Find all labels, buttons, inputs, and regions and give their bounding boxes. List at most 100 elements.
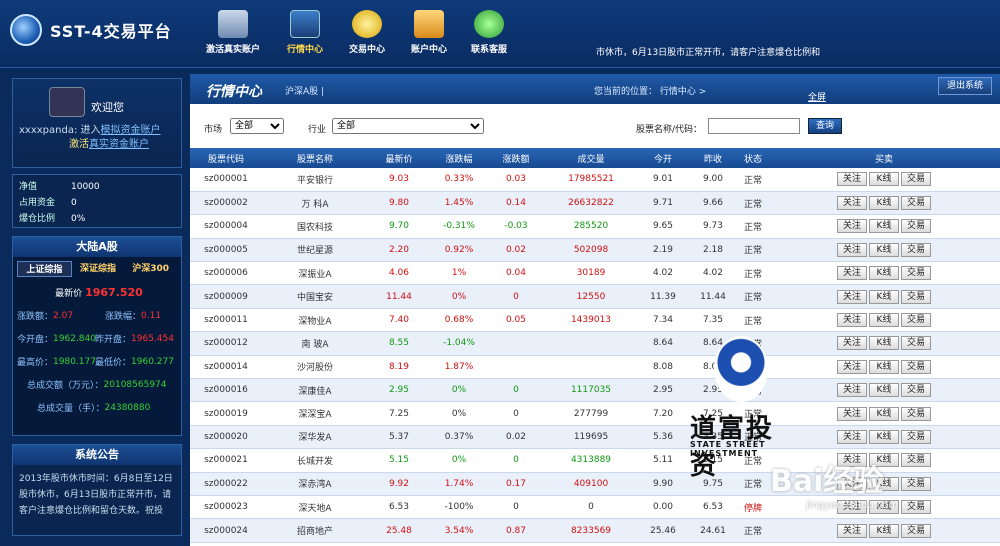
tab-shanghai[interactable]: 上证综指 (17, 261, 72, 277)
nav-activate-account[interactable]: 激活真实账户 (202, 10, 264, 55)
table-cell: 长城开发 (262, 448, 368, 473)
kline-button[interactable]: K线 (869, 242, 899, 257)
follow-button[interactable]: 关注 (837, 289, 867, 304)
table-cell: sz000009 (190, 284, 262, 309)
column-header: 昨收 (688, 148, 738, 168)
actions-cell: 关注 K线 交易 (768, 214, 1000, 239)
table-cell: 5.37 (368, 425, 430, 450)
table-row: sz000016 深康佳A 2.95 0% 0 1117035 2.95 2.95 正常 关注 K线… (190, 378, 1000, 403)
trade-button[interactable]: 交易 (901, 429, 931, 444)
trade-button[interactable]: 交易 (901, 500, 931, 515)
table-row: sz000001 平安银行 9.03 0.33% 0.03 17985521 9.01 9.0… (190, 168, 1000, 192)
kline-button[interactable]: K线 (869, 429, 899, 444)
table-cell: 11.39 (638, 284, 688, 309)
follow-button[interactable]: 关注 (837, 242, 867, 257)
tab-hs300[interactable]: 沪深300 (124, 261, 177, 277)
kline-button[interactable]: K线 (869, 523, 899, 538)
trade-button[interactable]: 交易 (901, 336, 931, 351)
table-cell: 正常 (738, 472, 768, 496)
table-cell: 30189 (544, 261, 638, 286)
follow-button[interactable]: 关注 (837, 523, 867, 538)
kline-button[interactable]: K线 (869, 219, 899, 234)
nav-market-center[interactable]: 行情中心 (274, 10, 336, 55)
trade-button[interactable]: 交易 (901, 172, 931, 187)
follow-button[interactable]: 关注 (837, 219, 867, 234)
trade-button[interactable]: 交易 (901, 242, 931, 257)
follow-button[interactable]: 关注 (837, 336, 867, 351)
follow-button[interactable]: 关注 (837, 313, 867, 328)
table-cell: 0.33% (430, 168, 488, 192)
nav-trade-center[interactable]: 交易中心 (336, 10, 398, 55)
table-cell: 世纪星源 (262, 238, 368, 263)
kline-button[interactable]: K线 (869, 336, 899, 351)
follow-button[interactable]: 关注 (837, 429, 867, 444)
table-cell: 0.05 (488, 308, 544, 333)
nav-account-center[interactable]: 账户中心 (398, 10, 460, 55)
follow-button[interactable]: 关注 (837, 406, 867, 421)
trade-button[interactable]: 交易 (901, 523, 931, 538)
stock-search-input[interactable] (708, 118, 800, 134)
table-cell: 11.44 (368, 284, 430, 309)
trade-button[interactable]: 交易 (901, 406, 931, 421)
trade-button[interactable]: 交易 (901, 359, 931, 374)
table-row: sz000014 沙河股份 8.19 1.87% 8.08 8.04 正常 关注 K线 交易 (190, 355, 1000, 380)
tab-shenzhen[interactable]: 深证综指 (72, 261, 125, 277)
table-cell: 7.40 (368, 308, 430, 333)
kline-button[interactable]: K线 (869, 289, 899, 304)
industry-select[interactable]: 全部 (332, 118, 484, 134)
trade-button[interactable]: 交易 (901, 289, 931, 304)
follow-button[interactable]: 关注 (837, 172, 867, 187)
table-cell: 0% (430, 284, 488, 309)
table-cell: 0.02 (488, 238, 544, 263)
table-cell: sz000024 (190, 518, 262, 543)
follow-button[interactable]: 关注 (837, 359, 867, 374)
kline-button[interactable]: K线 (869, 196, 899, 211)
table-cell: sz000019 (190, 401, 262, 426)
follow-button[interactable]: 关注 (837, 196, 867, 211)
kline-button[interactable]: K线 (869, 172, 899, 187)
real-account-link[interactable]: 真实资金账户 (89, 139, 149, 150)
trade-button[interactable]: 交易 (901, 313, 931, 328)
table-cell: 2.95 (688, 378, 738, 403)
search-button[interactable]: 查询 (808, 118, 842, 134)
fullscreen-link[interactable]: 全屏 (808, 90, 826, 103)
trade-button[interactable]: 交易 (901, 453, 931, 468)
nav-contact-service[interactable]: 联系客服 (458, 10, 520, 55)
table-header: 股票代码 股票名称 最新价 涨跌幅 涨跌额 成交量 今开 昨收 状态 买卖 (190, 148, 1000, 168)
column-header: 买卖 (768, 148, 1000, 168)
table-cell: 1.87% (430, 355, 488, 380)
welcome-line-1: xxxxpanda: 进入模拟资金账户 (19, 125, 161, 136)
kline-button[interactable]: K线 (869, 383, 899, 398)
filter-bar: 市场 全部 行业 全部 股票名称/代码： 查询 (190, 104, 1000, 148)
table-row: sz000024 招商地产 25.48 3.54% 0.87 8233569 25.46 24… (190, 518, 1000, 543)
trade-button[interactable]: 交易 (901, 196, 931, 211)
actions-cell: 关注 K线 交易 (768, 331, 1000, 356)
table-cell: 9.65 (638, 214, 688, 239)
table-cell: 9.73 (688, 214, 738, 239)
table-cell: 5.15 (688, 448, 738, 473)
follow-button[interactable]: 关注 (837, 266, 867, 281)
table-cell: 9.80 (368, 191, 430, 216)
table-cell: 25.48 (368, 518, 430, 543)
kline-button[interactable]: K线 (869, 266, 899, 281)
trade-button[interactable]: 交易 (901, 219, 931, 234)
table-cell: sz000022 (190, 472, 262, 496)
table-cell: 深物业A (262, 308, 368, 333)
table-cell: 深天地A (262, 495, 368, 520)
table-cell: 2.19 (638, 238, 688, 263)
trade-button[interactable]: 交易 (901, 383, 931, 398)
username: xxxxpanda (19, 125, 74, 136)
table-cell: 9.66 (688, 191, 738, 216)
market-select[interactable]: 全部 (230, 118, 284, 134)
actions-cell: 关注 K线 交易 (768, 168, 1000, 192)
trade-button[interactable]: 交易 (901, 476, 931, 491)
table-cell: 2.95 (638, 378, 688, 403)
trade-button[interactable]: 交易 (901, 266, 931, 281)
table-cell: 2.18 (688, 238, 738, 263)
kline-button[interactable]: K线 (869, 359, 899, 374)
follow-button[interactable]: 关注 (837, 383, 867, 398)
column-header: 成交量 (544, 148, 638, 168)
kline-button[interactable]: K线 (869, 406, 899, 421)
logout-button[interactable]: 退出系统 (938, 77, 992, 95)
kline-button[interactable]: K线 (869, 313, 899, 328)
